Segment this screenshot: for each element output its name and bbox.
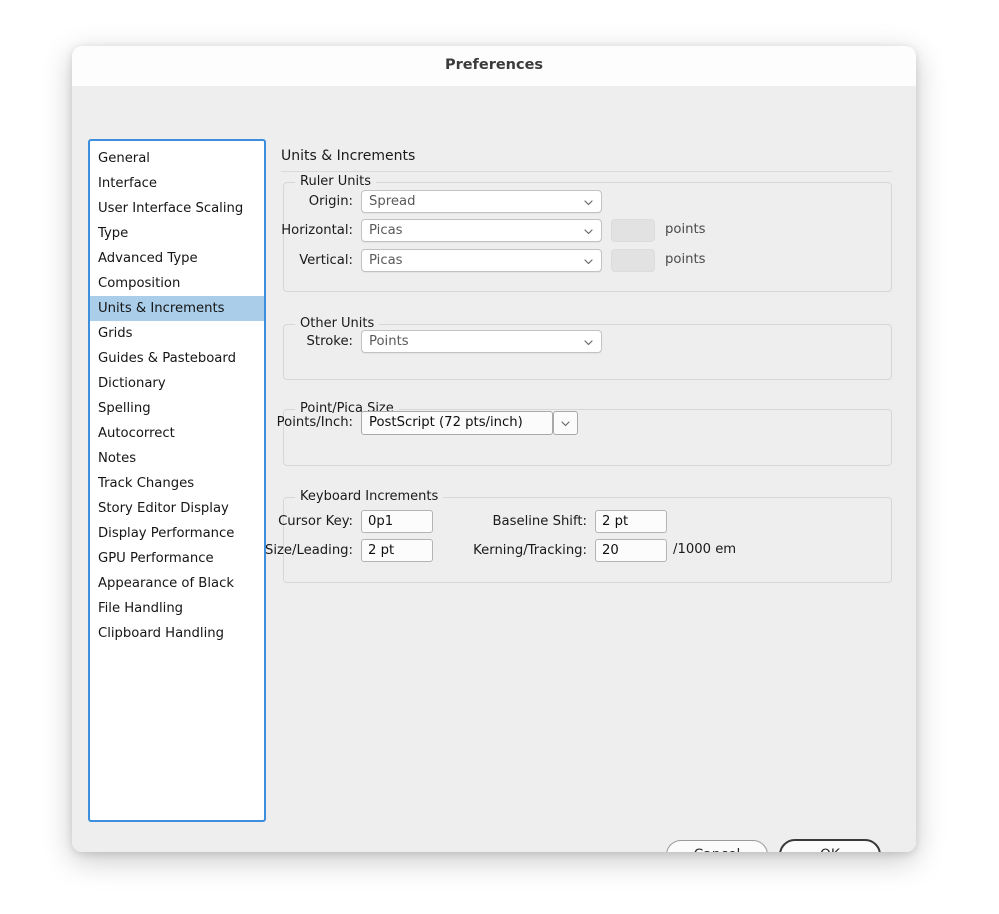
kerning-tracking-label: Kerning/Tracking: xyxy=(473,543,587,558)
points-inch-label: Points/Inch: xyxy=(276,415,353,430)
origin-dropdown-value: Spread xyxy=(369,194,416,209)
sidebar-item-label: Guides & Pasteboard xyxy=(98,351,236,366)
chevron-down-icon xyxy=(584,198,593,207)
baseline-shift-input[interactable]: 2 pt xyxy=(595,510,667,533)
sidebar-item-label: Interface xyxy=(98,176,158,191)
horizontal-points-field[interactable] xyxy=(611,219,655,242)
size-leading-value: 2 pt xyxy=(368,543,395,558)
sidebar-item-label: Autocorrect xyxy=(98,426,175,441)
dialog-titlebar: Preferences xyxy=(72,46,916,87)
preferences-dialog: Preferences General Interface User Interfa… xyxy=(72,46,916,852)
sidebar-list: General Interface User Interface Scaling Ty… xyxy=(90,141,264,646)
sidebar-item-guides-pasteboard[interactable]: Guides & Pasteboard xyxy=(90,346,264,371)
sidebar-item-track-changes[interactable]: Track Changes xyxy=(90,471,264,496)
sidebar-item-label: Units & Increments xyxy=(98,301,225,316)
sidebar-item-label: Appearance of Black xyxy=(98,576,234,591)
sidebar-item-label: Type xyxy=(98,226,129,241)
ok-button-label: OK xyxy=(781,841,879,852)
origin-label: Origin: xyxy=(308,194,353,209)
ok-button[interactable]: OK xyxy=(779,839,881,852)
origin-dropdown[interactable]: Spread xyxy=(361,190,602,213)
size-leading-label: Size/Leading: xyxy=(264,543,353,558)
vertical-label: Vertical: xyxy=(299,253,353,268)
sidebar-item-clipboard-handling[interactable]: Clipboard Handling xyxy=(90,621,264,646)
vertical-points-unit-label: points xyxy=(665,252,706,267)
sidebar-item-units-increments[interactable]: Units & Increments xyxy=(90,296,264,321)
sidebar-item-story-editor-display[interactable]: Story Editor Display xyxy=(90,496,264,521)
preferences-category-list[interactable]: General Interface User Interface Scaling Ty… xyxy=(88,139,266,822)
sidebar-item-label: File Handling xyxy=(98,601,184,616)
points-inch-field[interactable]: PostScript (72 pts/inch) xyxy=(361,411,553,435)
sidebar-item-user-interface-scaling[interactable]: User Interface Scaling xyxy=(90,196,264,221)
chevron-down-icon xyxy=(561,419,570,428)
points-inch-dropdown-button[interactable] xyxy=(553,411,578,435)
sidebar-item-dictionary[interactable]: Dictionary xyxy=(90,371,264,396)
sidebar-item-appearance-of-black[interactable]: Appearance of Black xyxy=(90,571,264,596)
size-leading-input[interactable]: 2 pt xyxy=(361,539,433,562)
sidebar-item-file-handling[interactable]: File Handling xyxy=(90,596,264,621)
sidebar-item-label: Notes xyxy=(98,451,137,466)
cancel-button-label: Cancel xyxy=(667,841,767,852)
sidebar-item-label: Display Performance xyxy=(98,526,235,541)
sidebar-item-label: Track Changes xyxy=(98,476,195,491)
sidebar-item-general[interactable]: General xyxy=(90,146,264,171)
cursor-key-label: Cursor Key: xyxy=(278,514,353,529)
kerning-tracking-value: 20 xyxy=(602,543,619,558)
cancel-button[interactable]: Cancel xyxy=(666,840,768,852)
chevron-down-icon xyxy=(584,257,593,266)
vertical-dropdown[interactable]: Picas xyxy=(361,249,602,272)
horizontal-label: Horizontal: xyxy=(281,223,353,238)
screen: Preferences General Interface User Interfa… xyxy=(0,0,999,914)
sidebar-item-composition[interactable]: Composition xyxy=(90,271,264,296)
keyboard-increments-legend: Keyboard Increments xyxy=(295,489,444,504)
sidebar-item-label: General xyxy=(98,151,150,166)
sidebar-item-notes[interactable]: Notes xyxy=(90,446,264,471)
sidebar-item-label: Grids xyxy=(98,326,133,341)
points-inch-combobox[interactable]: PostScript (72 pts/inch) xyxy=(361,411,578,435)
cursor-key-value: 0p1 xyxy=(368,514,394,529)
horizontal-dropdown-value: Picas xyxy=(369,223,403,238)
stroke-dropdown[interactable]: Points xyxy=(361,330,602,353)
dialog-body: General Interface User Interface Scaling Ty… xyxy=(72,86,916,852)
sidebar-item-label: Advanced Type xyxy=(98,251,198,266)
stroke-dropdown-value: Points xyxy=(369,334,409,349)
kerning-tracking-unit-label: /1000 em xyxy=(673,542,737,557)
sidebar-item-label: Composition xyxy=(98,276,181,291)
horizontal-dropdown[interactable]: Picas xyxy=(361,219,602,242)
sidebar-item-interface[interactable]: Interface xyxy=(90,171,264,196)
sidebar-item-label: Story Editor Display xyxy=(98,501,229,516)
sidebar-item-grids[interactable]: Grids xyxy=(90,321,264,346)
kerning-tracking-input[interactable]: 20 xyxy=(595,539,667,562)
dialog-title: Preferences xyxy=(444,57,544,73)
vertical-dropdown-value: Picas xyxy=(369,253,403,268)
sidebar-item-label: Dictionary xyxy=(98,376,166,391)
horizontal-points-unit-label: points xyxy=(665,222,706,237)
sidebar-item-advanced-type[interactable]: Advanced Type xyxy=(90,246,264,271)
sidebar-item-label: GPU Performance xyxy=(98,551,214,566)
cursor-key-input[interactable]: 0p1 xyxy=(361,510,433,533)
sidebar-item-label: Spelling xyxy=(98,401,151,416)
points-inch-value: PostScript (72 pts/inch) xyxy=(369,415,523,430)
other-units-legend: Other Units xyxy=(295,316,380,331)
baseline-shift-value: 2 pt xyxy=(602,514,629,529)
chevron-down-icon xyxy=(584,227,593,236)
vertical-points-field[interactable] xyxy=(611,249,655,272)
sidebar-item-label: User Interface Scaling xyxy=(98,201,244,216)
sidebar-item-label: Clipboard Handling xyxy=(98,626,224,641)
ruler-units-legend: Ruler Units xyxy=(295,174,377,189)
panel-divider xyxy=(281,171,892,172)
baseline-shift-label: Baseline Shift: xyxy=(492,514,587,529)
chevron-down-icon xyxy=(584,338,593,347)
stroke-label: Stroke: xyxy=(306,334,353,349)
page-title: Units & Increments xyxy=(281,148,416,164)
